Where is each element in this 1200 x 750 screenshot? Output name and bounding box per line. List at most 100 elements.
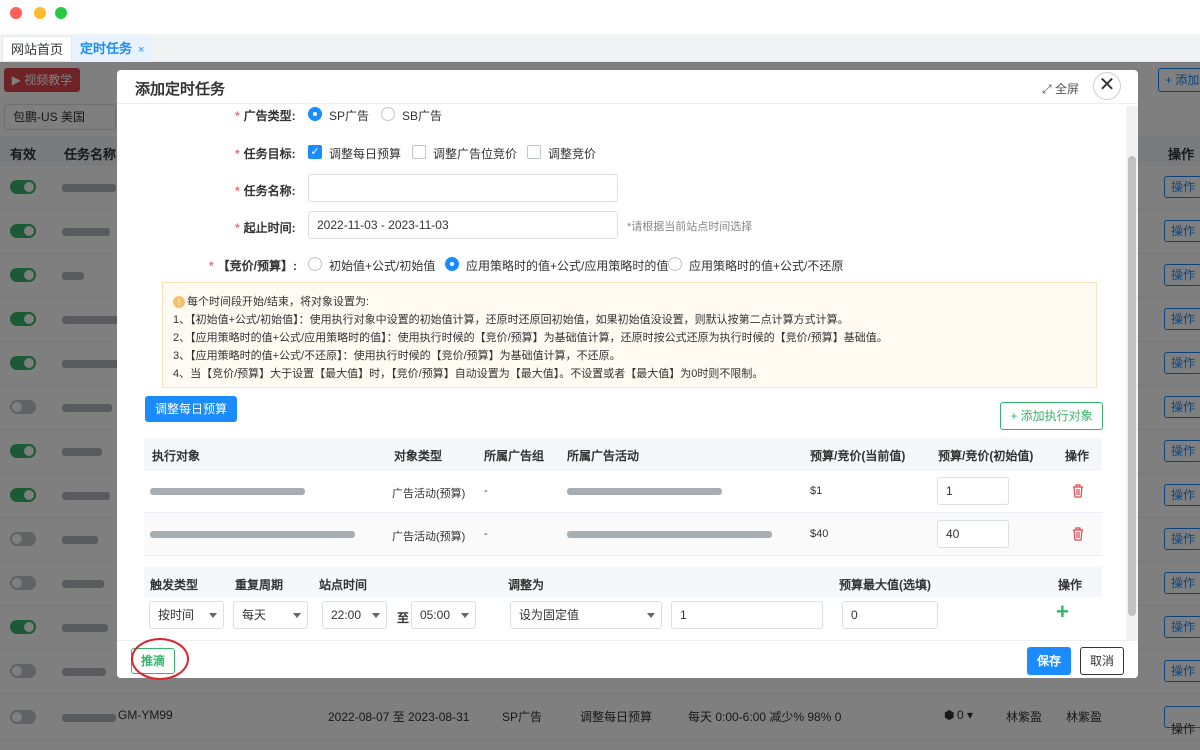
col-trigger-op: 操作 — [1058, 578, 1083, 592]
plus-icon: + — [1010, 409, 1021, 423]
radio-no-restore[interactable] — [668, 257, 682, 271]
add-trigger-icon[interactable]: + — [1056, 599, 1069, 625]
blurred-target — [150, 531, 355, 538]
close-dialog-button[interactable]: ✕ — [1093, 72, 1121, 100]
notice-line-3: 3、【应用策略时的值+公式/不还原】：使用执行时候的【竞价/预算】为基础值计算，… — [173, 350, 621, 362]
time-separator: 至 — [397, 611, 410, 625]
task-name-input[interactable] — [308, 174, 618, 202]
window-titlebar — [0, 0, 1200, 34]
trigger-type-select[interactable]: 按时间 — [149, 601, 224, 629]
dialog-title: 添加定时任务 — [135, 81, 226, 98]
col-campaign: 所属广告活动 — [567, 449, 640, 463]
notice-line-4: 4、当【竞价/预算】大于设置【最大值】时，【竞价/预算】自动设置为【最大值】。不… — [173, 368, 764, 380]
save-button[interactable]: 保存 — [1027, 647, 1071, 675]
date-range-hint: *请根据当前站点时间选择 — [627, 221, 753, 233]
checkbox-adjust-placement-bid[interactable] — [412, 145, 426, 159]
tab-home-label: 网站首页 — [11, 42, 64, 57]
col-target: 执行对象 — [152, 449, 201, 463]
object-type: 广告活动(预算) — [392, 488, 466, 500]
col-current-value: 预算/竞价(当前值) — [810, 449, 906, 463]
dialog-scrollbar[interactable] — [1126, 106, 1138, 641]
radio-no-restore-label: 应用策略时的值+公式/不还原 — [689, 259, 844, 273]
add-target-label: 添加执行对象 — [1020, 409, 1093, 423]
expand-icon: ⤢ — [1042, 82, 1055, 96]
col-max-budget: 预算最大值(选填) — [839, 578, 931, 592]
ad-group: - — [484, 485, 488, 497]
caret-down-icon — [647, 613, 655, 618]
end-time-select[interactable]: 05:00 — [411, 601, 476, 629]
caret-down-icon — [209, 613, 217, 618]
date-range-label-text: 起止时间: — [243, 221, 296, 235]
close-window-icon[interactable] — [10, 7, 22, 19]
checkbox-adjust-placement-bid-label: 调整广告位竞价 — [433, 147, 518, 161]
radio-initial-value[interactable] — [308, 257, 322, 271]
col-target-op: 操作 — [1065, 449, 1090, 463]
start-time-value: 22:00 — [331, 608, 362, 622]
maximize-window-icon[interactable] — [55, 7, 67, 19]
adjust-mode-value: 设为固定值 — [519, 608, 580, 622]
col-site-time: 站点时间 — [319, 578, 368, 592]
required-mark: * — [235, 184, 240, 198]
col-ad-group: 所属广告组 — [484, 449, 545, 463]
tab-scheduled-task[interactable]: 定时任务 × — [72, 36, 153, 62]
col-repeat-cycle: 重复周期 — [235, 578, 284, 592]
current-value: $1 — [810, 485, 823, 497]
radio-sb-ad-label: SB广告 — [402, 109, 443, 123]
object-type: 广告活动(预算) — [392, 531, 466, 543]
rules-notice: ! 每个时间段开始/结束，将对象设置为: 1、【初始值+公式/初始值】：使用执行对… — [162, 282, 1097, 388]
initial-value-input[interactable]: 1 — [937, 477, 1009, 505]
blurred-target — [150, 488, 305, 495]
checkbox-adjust-bid[interactable] — [527, 145, 541, 159]
trash-icon[interactable] — [1072, 527, 1084, 541]
warning-icon: ! — [173, 296, 185, 308]
adjust-mode-select[interactable]: 设为固定值 — [510, 601, 662, 629]
trigger-type-value: 按时间 — [158, 608, 195, 622]
table-row: 广告活动(预算) - $1 1 — [144, 470, 1102, 513]
blurred-campaign — [567, 488, 722, 495]
cancel-button[interactable]: 取消 — [1080, 647, 1124, 675]
radio-strategy-value[interactable] — [445, 257, 459, 271]
task-name-label-text: 任务名称: — [243, 184, 296, 198]
required-mark: * — [235, 109, 240, 123]
start-time-select[interactable]: 22:00 — [322, 601, 387, 629]
tab-task-label: 定时任务 — [80, 41, 133, 56]
col-object-type: 对象类型 — [394, 449, 443, 463]
close-icon[interactable]: × — [138, 44, 144, 56]
checkbox-adjust-daily-budget[interactable]: ✓ — [308, 145, 322, 159]
highlight-circle — [131, 638, 189, 680]
task-goal-label: * 任务目标: — [235, 145, 296, 162]
caret-down-icon — [372, 613, 380, 618]
adjust-daily-budget-button[interactable]: 调整每日预算 — [145, 396, 237, 422]
tab-home[interactable]: 网站首页 — [2, 36, 73, 62]
caret-down-icon — [461, 613, 469, 618]
adjust-value-input[interactable]: 1 — [671, 601, 823, 629]
radio-initial-value-label: 初始值+公式/初始值 — [329, 259, 436, 273]
max-budget-input[interactable]: 0 — [842, 601, 938, 629]
current-value: $40 — [810, 528, 829, 540]
notice-text-0: 每个时间段开始/结束，将对象设置为: — [187, 296, 370, 308]
repeat-cycle-value: 每天 — [242, 608, 267, 622]
date-range-input[interactable]: 2022-11-03 - 2023-11-03 — [308, 211, 618, 239]
trigger-table-header: 触发类型 重复周期 站点时间 调整为 预算最大值(选填) 操作 — [144, 567, 1102, 597]
radio-sp-ad[interactable] — [308, 107, 322, 121]
task-goal-label-text: 任务目标: — [243, 147, 296, 161]
required-mark: * — [209, 259, 214, 273]
add-target-button[interactable]: + 添加执行对象 — [1000, 402, 1103, 430]
minimize-window-icon[interactable] — [34, 7, 46, 19]
dialog-header: 添加定时任务 ⤢ 全屏 ✕ — [117, 70, 1138, 104]
scrollbar-thumb[interactable] — [1128, 156, 1136, 616]
fullscreen-button[interactable]: ⤢ 全屏 — [1042, 80, 1079, 97]
caret-down-icon — [293, 613, 301, 618]
add-scheduled-task-dialog: 添加定时任务 ⤢ 全屏 ✕ * 广告类型: SP广告 SB广告 * 任务目标: ✓ … — [117, 70, 1138, 678]
notice-line-1: 1、【初始值+公式/初始值】：使用执行对象中设置的初始值计算，还原时还原回初始值… — [173, 314, 849, 326]
initial-value-input[interactable]: 40 — [937, 520, 1009, 548]
dialog-footer: 推滴 保存 取消 — [117, 640, 1138, 678]
ad-type-label: * 广告类型: — [235, 107, 296, 124]
trash-icon[interactable] — [1072, 484, 1084, 498]
repeat-cycle-select[interactable]: 每天 — [233, 601, 308, 629]
bid-budget-label-text: 【竞价/预算】: — [217, 259, 298, 273]
radio-sb-ad[interactable] — [381, 107, 395, 121]
checkbox-adjust-bid-label: 调整竞价 — [548, 147, 597, 161]
col-adjust-to: 调整为 — [508, 578, 545, 592]
trigger-row: 按时间 每天 22:00 至 05:00 设为固定值 1 0 + — [144, 597, 1102, 639]
